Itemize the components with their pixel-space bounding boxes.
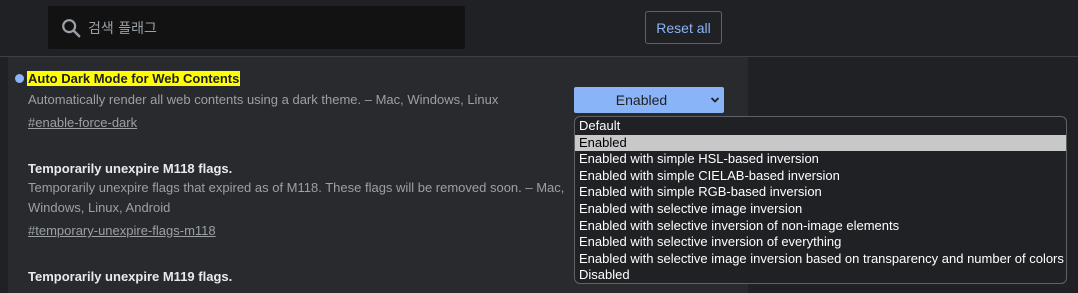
option-simple-rgb[interactable]: Enabled with simple RGB-based inversion	[575, 184, 1066, 201]
search-input[interactable]	[86, 6, 460, 51]
option-selective-non-image[interactable]: Enabled with selective inversion of non-…	[575, 218, 1066, 235]
flag-title-unexpire-m119: Temporarily unexpire M119 flags.	[28, 269, 233, 284]
search-box[interactable]	[48, 6, 465, 51]
reset-all-button[interactable]: Reset all	[645, 11, 722, 44]
flag-description-auto-dark-mode: Automatically render all web contents us…	[28, 92, 499, 107]
flag-state-select[interactable]: Enabled	[574, 87, 724, 113]
chevron-down-icon	[710, 97, 720, 103]
flag-title-unexpire-m118: Temporarily unexpire M118 flags.	[28, 161, 233, 176]
option-simple-cielab[interactable]: Enabled with simple CIELAB-based inversi…	[575, 168, 1066, 185]
option-selective-image-transparency[interactable]: Enabled with selective image inversion b…	[575, 251, 1066, 268]
option-simple-hsl[interactable]: Enabled with simple HSL-based inversion	[575, 151, 1066, 168]
header: Reset all	[0, 0, 1078, 57]
selected-value: Enabled	[615, 92, 668, 108]
option-selective-image[interactable]: Enabled with selective image inversion	[575, 201, 1066, 218]
option-enabled[interactable]: Enabled	[575, 134, 1066, 152]
option-disabled[interactable]: Disabled	[575, 267, 1066, 283]
flag-description-unexpire-m118-line2: Windows, Linux, Android	[28, 200, 171, 215]
flag-link-unexpire-m118[interactable]: #temporary-unexpire-flags-m118	[28, 223, 216, 238]
flag-description-unexpire-m118-line1: Temporarily unexpire flags that expired …	[28, 180, 565, 195]
dropdown-list: Default Enabled Enabled with simple HSL-…	[574, 116, 1067, 284]
search-icon	[62, 19, 81, 38]
modified-indicator-dot	[15, 74, 24, 83]
flag-title-auto-dark-mode: Auto Dark Mode for Web Contents	[27, 71, 241, 86]
option-selective-everything[interactable]: Enabled with selective inversion of ever…	[575, 234, 1066, 251]
option-default[interactable]: Default	[575, 118, 1066, 135]
flag-link-enable-force-dark[interactable]: #enable-force-dark	[28, 115, 137, 130]
